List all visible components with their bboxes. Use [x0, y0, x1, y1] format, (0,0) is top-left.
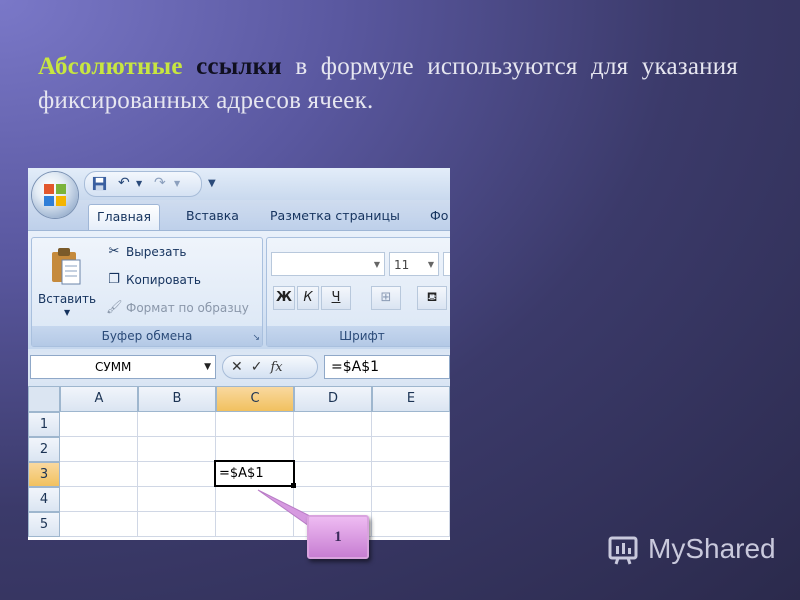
office-button[interactable] — [32, 172, 78, 218]
brand-logo: MyShared — [608, 532, 776, 566]
callout-badge: 1 — [307, 515, 369, 559]
office-logo-icon — [44, 184, 66, 206]
myshared-logo-icon — [608, 536, 638, 565]
callout-pointer — [257, 489, 319, 529]
brand-name: MyShared — [648, 533, 776, 564]
